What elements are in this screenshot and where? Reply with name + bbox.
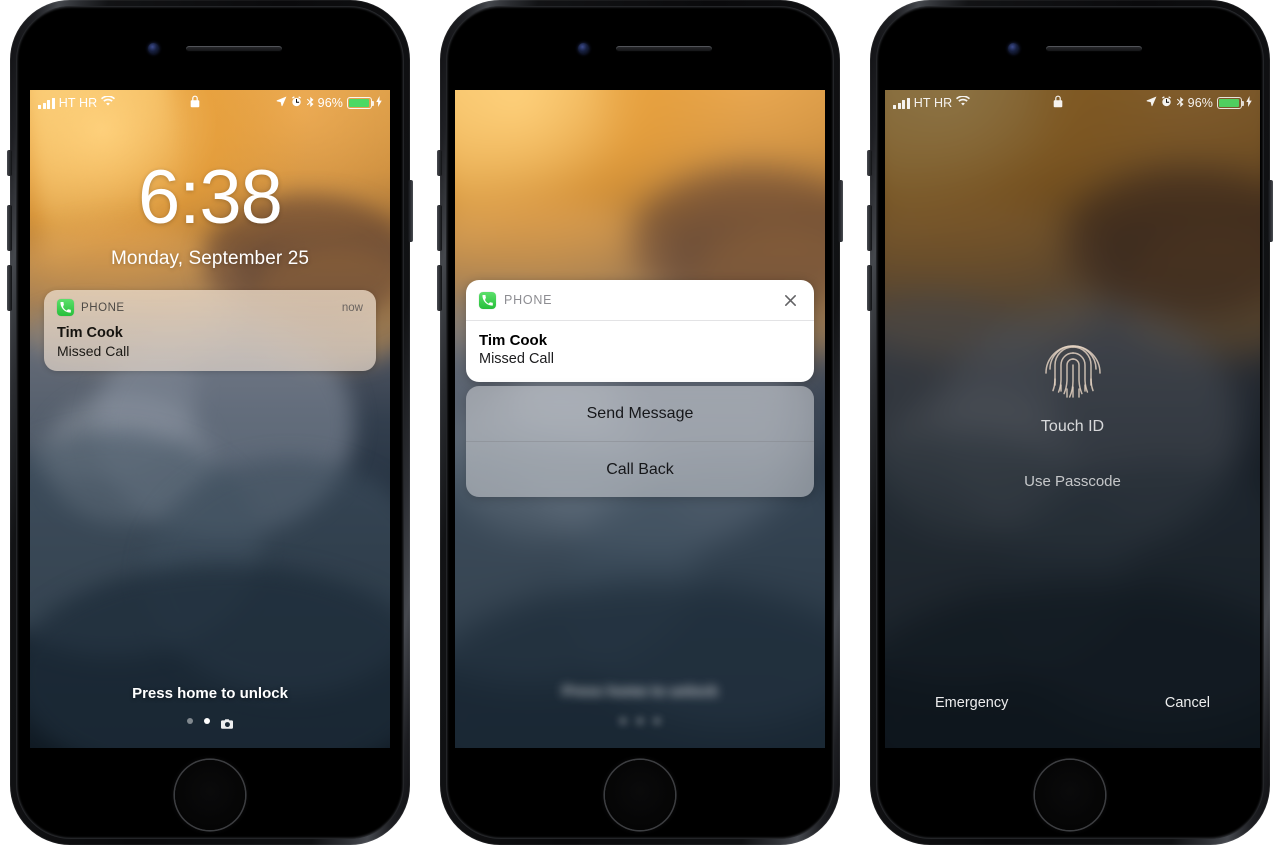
phone-1-sensors bbox=[10, 42, 410, 56]
battery-percent-label: 96% bbox=[1187, 96, 1213, 110]
phone-3: HT HR 96% Touch ID Use Passcode Emergenc… bbox=[867, 0, 1273, 845]
status-bar: HT HR 96% bbox=[30, 90, 390, 116]
home-button[interactable] bbox=[175, 760, 245, 830]
charging-bolt-icon bbox=[1246, 96, 1252, 110]
bluetooth-icon bbox=[1176, 96, 1184, 111]
lock-icon bbox=[1053, 95, 1063, 111]
expanded-notification-body: Tim Cook Missed Call bbox=[466, 321, 814, 382]
battery-percent-label: 96% bbox=[317, 96, 343, 110]
call-back-button[interactable]: Call Back bbox=[466, 441, 814, 497]
lock-icon bbox=[190, 95, 200, 111]
carrier-label: HT HR bbox=[913, 96, 953, 110]
power-button[interactable] bbox=[1268, 180, 1273, 242]
earpiece-speaker-icon bbox=[1046, 46, 1142, 52]
alarm-clock-icon bbox=[1161, 96, 1172, 110]
expanded-notification-app-name: PHONE bbox=[504, 293, 553, 307]
volume-down-button[interactable] bbox=[867, 265, 872, 311]
notification-title: Tim Cook bbox=[57, 325, 123, 341]
phone-2: PHONE Tim Cook Missed Call Send Message … bbox=[437, 0, 843, 845]
notification-header: PHONE now bbox=[57, 299, 363, 316]
notification-subtitle: Missed Call bbox=[57, 343, 130, 359]
volume-down-button[interactable] bbox=[437, 265, 442, 311]
wifi-icon bbox=[101, 95, 116, 110]
battery-icon bbox=[347, 97, 375, 109]
mute-switch-button[interactable] bbox=[867, 150, 872, 176]
expanded-notification-header: PHONE bbox=[466, 280, 814, 321]
lock-screen-date: Monday, September 25 bbox=[110, 248, 310, 269]
location-arrow-icon bbox=[276, 96, 287, 110]
expanded-notification-title: Tim Cook bbox=[479, 332, 548, 349]
page-dot-active[interactable] bbox=[204, 718, 210, 724]
emergency-button[interactable]: Emergency bbox=[935, 695, 1008, 711]
front-camera-icon bbox=[578, 43, 589, 54]
status-bar: HT HR 96% bbox=[885, 90, 1260, 116]
front-camera-icon bbox=[1008, 43, 1019, 54]
send-message-button[interactable]: Send Message bbox=[466, 386, 814, 441]
bluetooth-icon bbox=[306, 96, 314, 111]
location-arrow-icon bbox=[1146, 96, 1157, 110]
mute-switch-button[interactable] bbox=[437, 150, 442, 176]
touch-id-screen: Touch ID Use Passcode Emergency Cancel bbox=[885, 90, 1260, 748]
cancel-button[interactable]: Cancel bbox=[1165, 695, 1210, 711]
expanded-notification-card[interactable]: PHONE Tim Cook Missed Call bbox=[466, 280, 814, 382]
phone-1: HT HR 96% 6:38 Monday, September 25 PHON… bbox=[7, 0, 413, 845]
phone-2-screen: PHONE Tim Cook Missed Call Send Message … bbox=[455, 90, 825, 748]
notification-timestamp: now bbox=[341, 301, 363, 314]
front-camera-icon bbox=[148, 43, 159, 54]
phone-1-screen: HT HR 96% 6:38 Monday, September 25 PHON… bbox=[30, 90, 390, 748]
notification-banner[interactable]: PHONE now Tim Cook Missed Call bbox=[44, 290, 376, 371]
volume-down-button[interactable] bbox=[7, 265, 12, 311]
charging-bolt-icon bbox=[376, 96, 382, 110]
unlock-hint: Press home to unlock bbox=[132, 685, 288, 702]
carrier-label: HT HR bbox=[58, 96, 98, 110]
page-dots-blurred bbox=[455, 718, 825, 724]
expanded-notification-subtitle: Missed Call bbox=[479, 351, 554, 367]
phone-3-sensors bbox=[870, 42, 1270, 56]
lock-screen-content: 6:38 Monday, September 25 PHONE now Tim … bbox=[30, 90, 390, 748]
use-passcode-button[interactable]: Use Passcode bbox=[885, 473, 1260, 490]
camera-icon[interactable] bbox=[221, 716, 233, 729]
wifi-icon bbox=[956, 95, 971, 110]
home-button[interactable] bbox=[1035, 760, 1105, 830]
battery-icon bbox=[1217, 97, 1245, 109]
close-x-icon[interactable] bbox=[780, 290, 801, 311]
signal-bars-icon bbox=[893, 97, 910, 109]
signal-bars-icon bbox=[38, 97, 55, 109]
page-dots bbox=[30, 716, 390, 729]
volume-up-button[interactable] bbox=[437, 205, 442, 251]
touch-id-label: Touch ID bbox=[1040, 418, 1105, 435]
notification-app-name: PHONE bbox=[81, 301, 125, 314]
phone-2-sensors bbox=[440, 42, 840, 56]
alarm-clock-icon bbox=[291, 96, 302, 110]
phone-3-screen: HT HR 96% Touch ID Use Passcode Emergenc… bbox=[885, 90, 1260, 748]
power-button[interactable] bbox=[838, 180, 843, 242]
phone-handset-icon bbox=[479, 291, 496, 309]
touch-id-bottom-bar: Emergency Cancel bbox=[885, 695, 1260, 711]
earpiece-speaker-icon bbox=[616, 46, 712, 52]
volume-up-button[interactable] bbox=[7, 205, 12, 251]
mute-switch-button[interactable] bbox=[7, 150, 12, 176]
fingerprint-icon[interactable] bbox=[1041, 335, 1105, 409]
notification-actions: Send Message Call Back bbox=[466, 386, 814, 497]
screenshot-stage: HT HR 96% 6:38 Monday, September 25 PHON… bbox=[0, 0, 1280, 845]
power-button[interactable] bbox=[408, 180, 413, 242]
home-button[interactable] bbox=[605, 760, 675, 830]
lock-screen-clock: 6:38 bbox=[138, 155, 283, 240]
phone-handset-icon bbox=[57, 299, 74, 316]
volume-up-button[interactable] bbox=[867, 205, 872, 251]
page-dot[interactable] bbox=[187, 718, 193, 724]
earpiece-speaker-icon bbox=[186, 46, 282, 52]
unlock-hint-blurred: Press home to unlock bbox=[562, 683, 718, 700]
